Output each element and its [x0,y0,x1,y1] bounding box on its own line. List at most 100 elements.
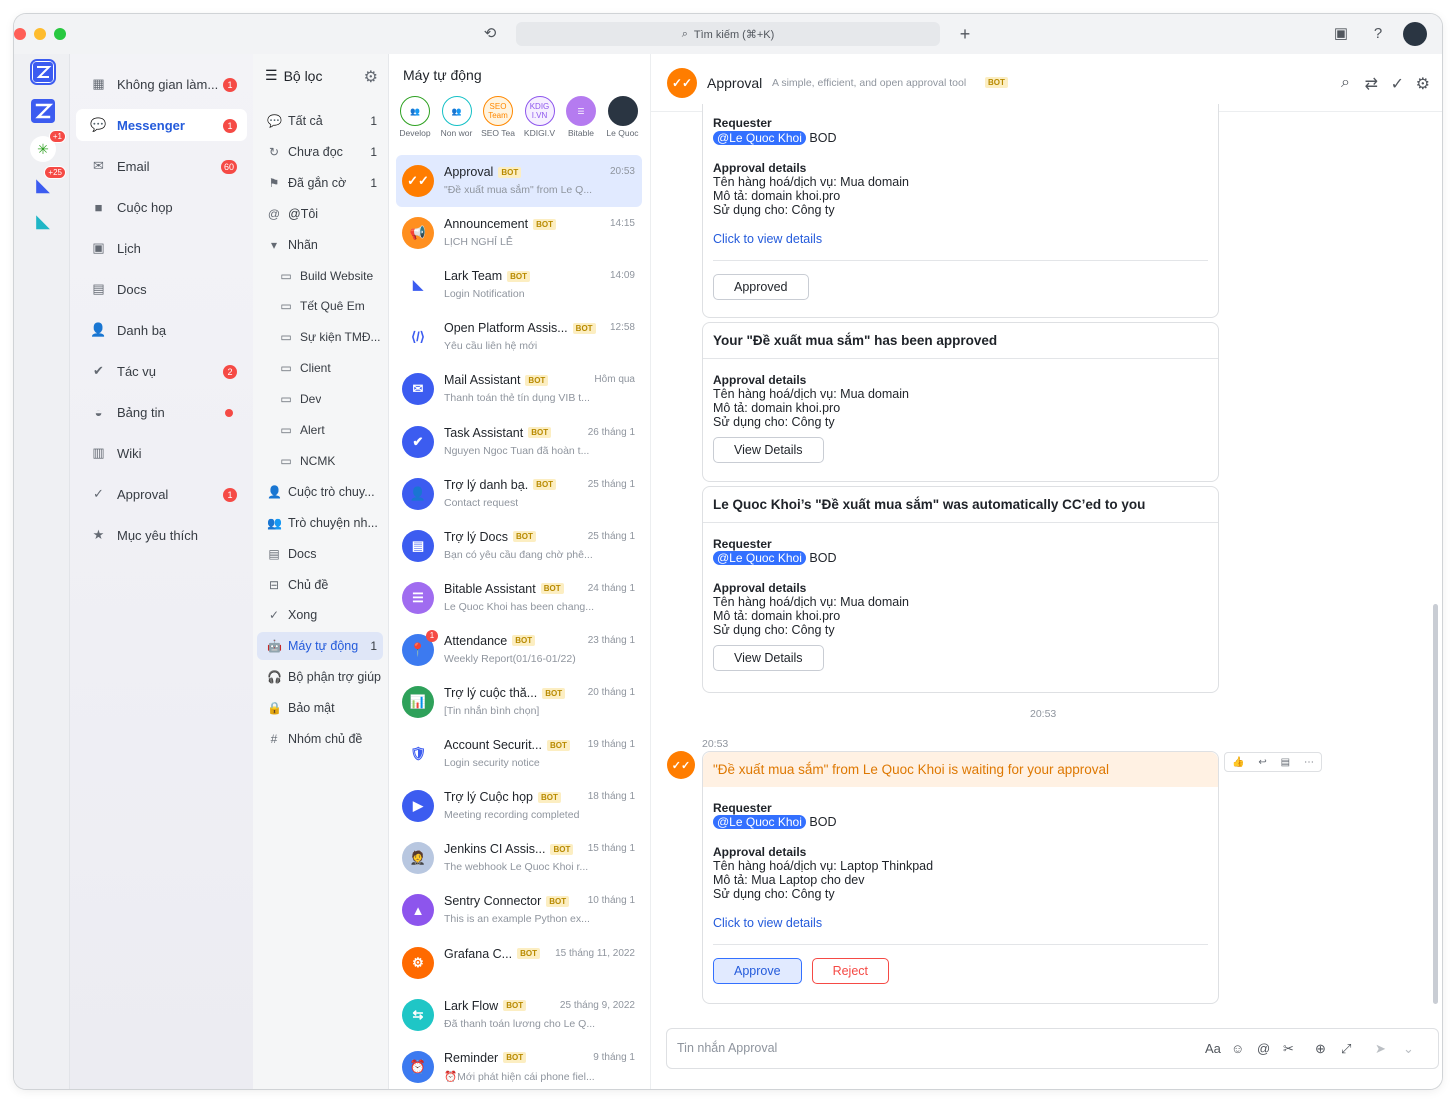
nav-item-task[interactable]: ✔ Tác vụ 2 [76,355,247,387]
view-details-link[interactable]: Click to view details [713,916,1208,930]
filter-item[interactable]: ▾ Nhãn [257,231,383,259]
requester-mention[interactable]: @Le Quoc Khoi [713,551,806,565]
nav-item-feed[interactable]: ◒ Bảng tin [76,396,247,428]
filter-item[interactable]: 👥 Trò chuyện nh... [257,509,383,537]
filter-item[interactable]: # Nhóm chủ đề [257,725,383,753]
user-avatar[interactable] [1403,22,1427,46]
pinned-chat[interactable]: 👥 Develop [395,96,435,138]
filter-item[interactable]: ⊟ Chủ đề [257,571,383,599]
workspace-green-icon[interactable]: ✳ +1 [30,130,66,162]
search-icon[interactable]: ⌕ [1341,74,1350,92]
chat-item[interactable]: ▤ Trợ lý Docs BOT 25 tháng 1 Bạn có yêu cầu … [396,520,642,572]
scrollbar[interactable] [1433,604,1438,1004]
add-icon[interactable]: ⊕ [1315,1041,1326,1057]
chat-item[interactable]: ◣ Lark Team BOT 14:09 Login Notification [396,259,642,311]
filter-item[interactable]: ▭ Alert [257,416,383,444]
view-details-button[interactable]: View Details [713,437,824,463]
pinned-chat[interactable]: ☰ Bitable [561,96,601,138]
filter-item[interactable]: 👤 Cuộc trò chuy... [257,478,383,506]
filter-item[interactable]: ▭ NCMK [257,447,383,475]
workspace-logo-active[interactable] [30,59,56,85]
history-icon[interactable]: ⟲ [480,24,500,44]
nav-item-approval[interactable]: ✓ Approval 1 [76,478,247,510]
approval-avatar[interactable]: ✓✓ [667,68,697,98]
zoom-window-button[interactable] [54,28,66,40]
mention-icon[interactable]: @ [1257,1041,1270,1056]
filter-item[interactable]: ▭ Dev [257,385,383,413]
requester-mention[interactable]: @Le Quoc Khoi [713,131,806,145]
expand-icon[interactable]: ⤢ [1341,1041,1351,1057]
view-details-button[interactable]: View Details [713,645,824,671]
nav-item-star[interactable]: ★ Mục yêu thích [76,519,247,551]
filter-item[interactable]: ▭ Client [257,354,383,382]
requester-mention[interactable]: @Le Quoc Khoi [713,815,806,829]
send-icon[interactable]: ➤ [1375,1041,1386,1057]
chat-item[interactable]: 📊 Trợ lý cuộc thă... BOT 20 tháng 1 [Tin nhắ… [396,676,642,728]
nav-item-chat[interactable]: 💬 Messenger 1 [76,109,247,141]
new-plus-icon[interactable]: + [955,24,975,44]
pinned-chat[interactable]: Le Quoc [603,96,643,138]
filter-item[interactable]: ▤ Docs [257,540,383,568]
filter-item[interactable]: ▭ Build Website [257,262,383,290]
chat-item[interactable]: ⇆ Lark Flow BOT 25 tháng 9, 2022 Đã thanh to… [396,989,642,1041]
help-icon[interactable]: ? [1368,24,1388,44]
filter-item[interactable]: ▭ Sự kiện TMĐ... [257,323,383,351]
chat-item[interactable]: 🤵 Jenkins CI Assis... BOT 15 tháng 1 The web… [396,832,642,884]
nav-item-calendar[interactable]: ▣ Lịch [76,232,247,264]
approved-button[interactable]: Approved [713,274,809,300]
nav-item-video[interactable]: ■ Cuộc họp [76,191,247,223]
scissors-icon[interactable]: ✂ [1283,1041,1294,1057]
screen-share-icon[interactable]: ▣ [1331,24,1351,44]
chat-item[interactable]: ✔ Task Assistant BOT 26 tháng 1 Nguyen Ngoc … [396,416,642,468]
more-icon[interactable]: ⋯ [1304,757,1314,768]
nav-item-mail[interactable]: ✉ Email 60 [76,150,247,182]
view-details-link[interactable]: Click to view details [713,232,1208,246]
chat-item[interactable]: 👤 Trợ lý danh bạ. BOT 25 tháng 1 Contact req… [396,468,642,520]
approve-button[interactable]: Approve [713,958,802,984]
chat-item[interactable]: 🛡 Account Securit... BOT 19 tháng 1 Login se… [396,728,642,780]
chat-item[interactable]: ⚙ Grafana C... BOT 15 tháng 11, 2022 [396,937,642,989]
pinned-chat[interactable]: SEO Team SEO Tea [478,96,518,138]
filter-item[interactable]: @ @Tôi [257,200,383,228]
filter-item[interactable]: 🔒 Bảo mật [257,694,383,722]
lark-workspace-icon[interactable]: ◣ +25 [30,166,66,198]
filter-item[interactable]: 💬 Tất cả 1 [257,107,383,135]
chat-item[interactable]: ☰ Bitable Assistant BOT 24 tháng 1 Le Quoc K… [396,572,642,624]
done-icon[interactable]: ✓ [1391,74,1404,94]
reply-icon[interactable]: ↩ [1258,757,1266,768]
chat-item[interactable]: ▶ Trợ lý Cuộc họp BOT 18 tháng 1 Meeting rec… [396,780,642,832]
search-bar[interactable]: ⌕ Tìm kiếm (⌘+K) [516,22,940,46]
chat-item[interactable]: 📍 1 Attendance BOT 23 tháng 1 Weekly Report(0… [396,624,642,676]
chat-item[interactable]: ⏰ Reminder BOT 9 tháng 1 ⏰Mới phát hiện cái … [396,1041,642,1089]
filter-item[interactable]: ✓ Xong [257,601,383,629]
chat-item[interactable]: 📢 Announcement BOT 14:15 LỊCH NGHỈ LỄ [396,207,642,259]
chat-item[interactable]: ✉ Mail Assistant BOT Hôm qua Thanh toán thẻ … [396,363,642,415]
nav-item-wiki[interactable]: ▥ Wiki [76,437,247,469]
nav-item-workspace[interactable]: ▦ Không gian làm... 1 [76,68,247,100]
emoji-icon[interactable]: ☺ [1231,1041,1244,1056]
chat-item[interactable]: ⟨/⟩ Open Platform Assis... BOT 12:58 Yêu cầu… [396,311,642,363]
settings-icon[interactable]: ⚙ [1416,74,1430,94]
chat-item[interactable]: ✓✓ Approval BOT 20:53 "Đề xuất mua sắm" from… [396,155,642,207]
filter-item[interactable]: ▭ Tết Quê Em [257,292,383,320]
reject-button[interactable]: Reject [811,958,889,984]
pinned-chat[interactable]: KDIG I.VN KDIGI.V [520,96,560,138]
nav-item-contacts[interactable]: 👤 Danh bạ [76,314,247,346]
forward-icon[interactable]: ▤ [1281,757,1290,768]
filter-item[interactable]: 🎧 Bộ phận trợ giúp [257,663,383,691]
sender-avatar[interactable]: ✓✓ [667,751,695,779]
share-icon[interactable]: ⇄ [1365,74,1378,94]
chevron-down-icon[interactable]: ⌄ [1403,1041,1414,1057]
nav-item-docs[interactable]: ▤ Docs [76,273,247,305]
filter-item[interactable]: ↻ Chưa đọc 1 [257,138,383,166]
chat-item[interactable]: ▲ Sentry Connector BOT 10 tháng 1 This is an… [396,884,642,936]
settings-gear-icon[interactable]: ⚙ [364,67,378,87]
thumbs-up-icon[interactable]: 👍 [1232,757,1244,768]
filter-item[interactable]: ⚑ Đã gắn cờ 1 [257,169,383,197]
filter-item[interactable]: 🤖 Máy tự động 1 [257,632,383,661]
pinned-chat[interactable]: 👥 Non wor [437,96,477,138]
lark-workspace-icon-2[interactable]: ◣ [30,208,56,234]
minimize-window-button[interactable] [34,28,46,40]
message-composer[interactable]: Tin nhắn Approval Aa ☺ @ ✂ ⊕ ⤢ ➤ ⌄ [666,1028,1439,1069]
close-window-button[interactable] [14,28,26,40]
